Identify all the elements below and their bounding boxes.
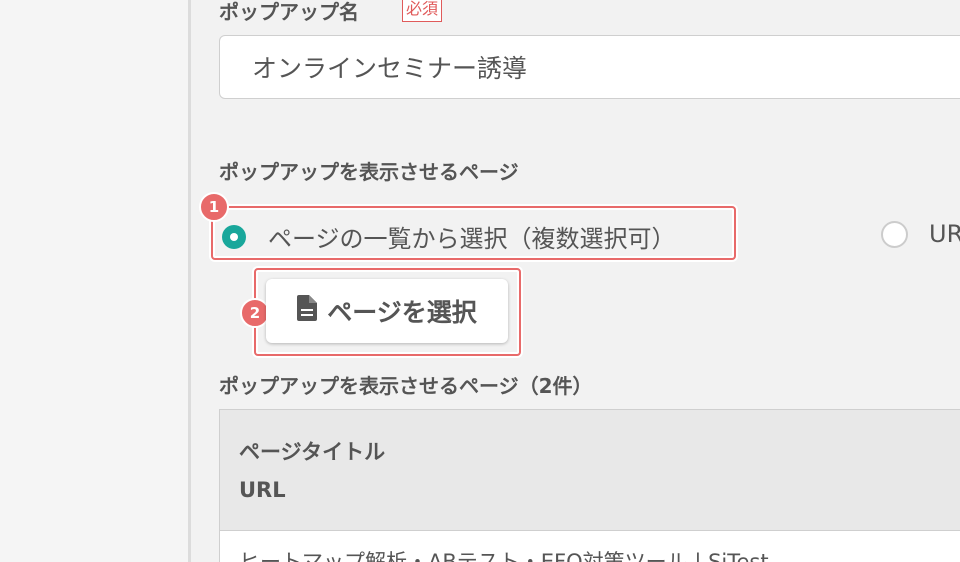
radio-url-label: UR	[929, 220, 960, 248]
column-header-title: ページタイトル	[239, 440, 386, 464]
radio-checked-icon[interactable]	[222, 224, 246, 249]
display-pages-label: ポップアップを表示させるページ	[219, 160, 519, 184]
radio-select-from-list[interactable]: ページの一覧から選択（複数選択可）	[222, 219, 676, 254]
popup-name-input[interactable]	[219, 35, 960, 99]
select-page-button[interactable]: ページを選択	[266, 279, 508, 343]
radio-url[interactable]: UR	[881, 220, 960, 248]
main-content: ポップアップ名 必須 ポップアップを表示させるページ 1 ページの一覧から選択（…	[191, 0, 960, 562]
required-badge: 必須	[402, 0, 443, 22]
popup-name-label: ポップアップ名	[219, 0, 359, 24]
sidebar	[0, 0, 188, 562]
select-page-button-label: ページを選択	[327, 298, 477, 327]
pages-table: ページタイトル URL ヒートマップ解析・ABテスト・EFO対策ツール | Si…	[219, 409, 960, 562]
pages-list-label: ポップアップを表示させるページ（2件）	[219, 374, 593, 398]
table-header: ページタイトル URL	[220, 410, 960, 531]
column-header-url: URL	[239, 478, 286, 502]
radio-unchecked-icon[interactable]	[881, 220, 908, 248]
table-row[interactable]: ヒートマップ解析・ABテスト・EFO対策ツール | SiTest	[239, 546, 769, 562]
document-icon	[297, 295, 318, 327]
annotation-badge-1: 1	[199, 192, 229, 222]
radio-select-from-list-label: ページの一覧から選択（複数選択可）	[268, 225, 676, 253]
